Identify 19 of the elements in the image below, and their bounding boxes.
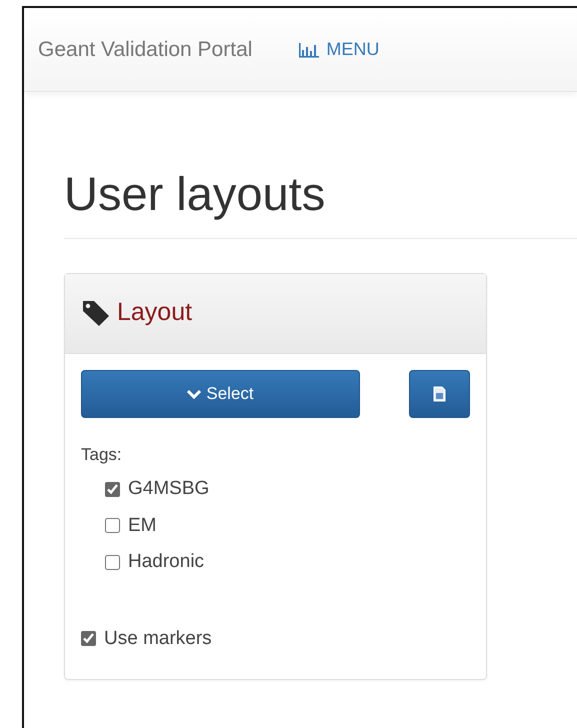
document-icon [433, 386, 446, 402]
checkbox[interactable] [105, 518, 120, 534]
chevron-down-icon [187, 388, 202, 399]
tag-icon [81, 299, 111, 328]
checkbox-label: Use markers [104, 626, 212, 651]
page-heading: User layouts [64, 168, 326, 220]
export-button[interactable] [409, 370, 470, 418]
tags-label: Tags: [81, 444, 123, 466]
select-button[interactable]: Select [81, 370, 360, 418]
checkbox[interactable] [105, 482, 120, 497]
checkbox[interactable] [81, 631, 96, 646]
panel-title: Layout [117, 297, 192, 328]
checkbox-label: Hadronic [128, 550, 204, 574]
checkbox-label: EM [128, 514, 156, 538]
checkbox[interactable] [105, 554, 120, 570]
menu-link[interactable]: MENU [298, 36, 380, 63]
brand-title[interactable]: Geant Validation Portal [38, 34, 252, 66]
checkbox-label: G4MSBG [128, 477, 210, 502]
bar-chart-icon [298, 42, 320, 58]
